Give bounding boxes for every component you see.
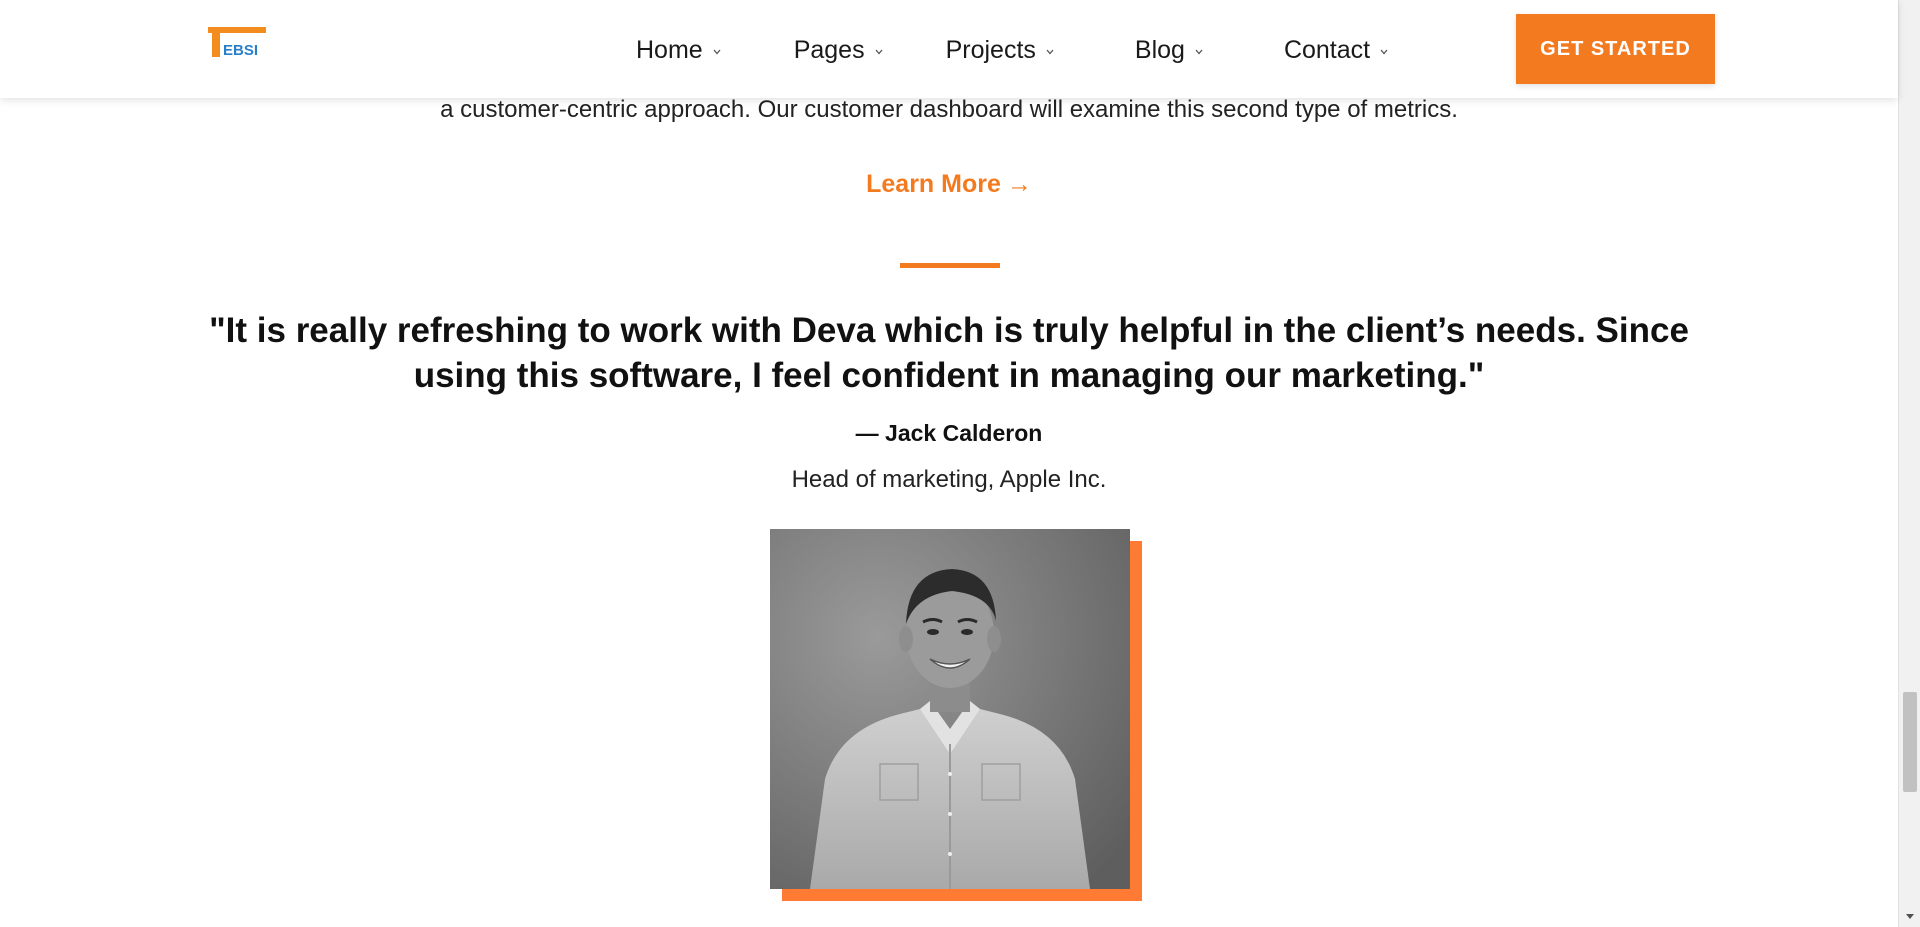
nav-label: Pages [793,35,865,64]
get-started-button[interactable]: GET STARTED [1516,14,1715,84]
nav-item-contact[interactable]: Contact [1284,36,1389,65]
testimonial-quote: "It is really refreshing to work with De… [209,311,1689,395]
nav-item-projects[interactable]: Projects [946,36,1055,65]
nav-label: Home [636,35,703,64]
section-divider [900,263,1000,268]
nav-label: Contact [1283,35,1371,64]
person-photo [770,529,1130,889]
site-header: EBSI Home Pages Projects Blog Contact GE… [0,0,1898,98]
arrow-right-icon: → [1006,170,1032,198]
tebsi-logo[interactable]: EBSI [206,25,268,59]
nav-item-blog[interactable]: Blog [1135,36,1204,65]
testimonial-author: — Jack Calderon [855,420,1043,446]
nav-label: Blog [1134,35,1185,64]
chevron-down-icon [875,49,883,55]
logo-text: EBSI [223,42,258,59]
chevron-down-icon [1046,49,1054,55]
chevron-down-icon [713,49,721,55]
learn-more-label: Learn More [866,170,1001,198]
testimonial-role: Head of marketing, Apple Inc. [791,466,1107,493]
chevron-down-icon [1380,49,1388,55]
intro-text: a customer-centric approach. Our custome… [440,96,1458,123]
chevron-down-icon [1195,49,1203,55]
nav-label: Projects [945,35,1036,64]
main-nav: Home Pages Projects Blog Contact [636,30,1445,70]
scrollbar-thumb[interactable] [1903,692,1917,792]
learn-more-link[interactable]: Learn More → [0,170,1898,199]
scroll-down-arrow-icon[interactable] [1905,911,1915,921]
page: EBSI Home Pages Projects Blog Contact GE… [0,0,1920,927]
page-scrollbar[interactable] [1898,0,1920,927]
testimonial-photo [770,529,1130,889]
nav-item-pages[interactable]: Pages [794,36,884,65]
nav-item-home[interactable]: Home [636,36,722,65]
